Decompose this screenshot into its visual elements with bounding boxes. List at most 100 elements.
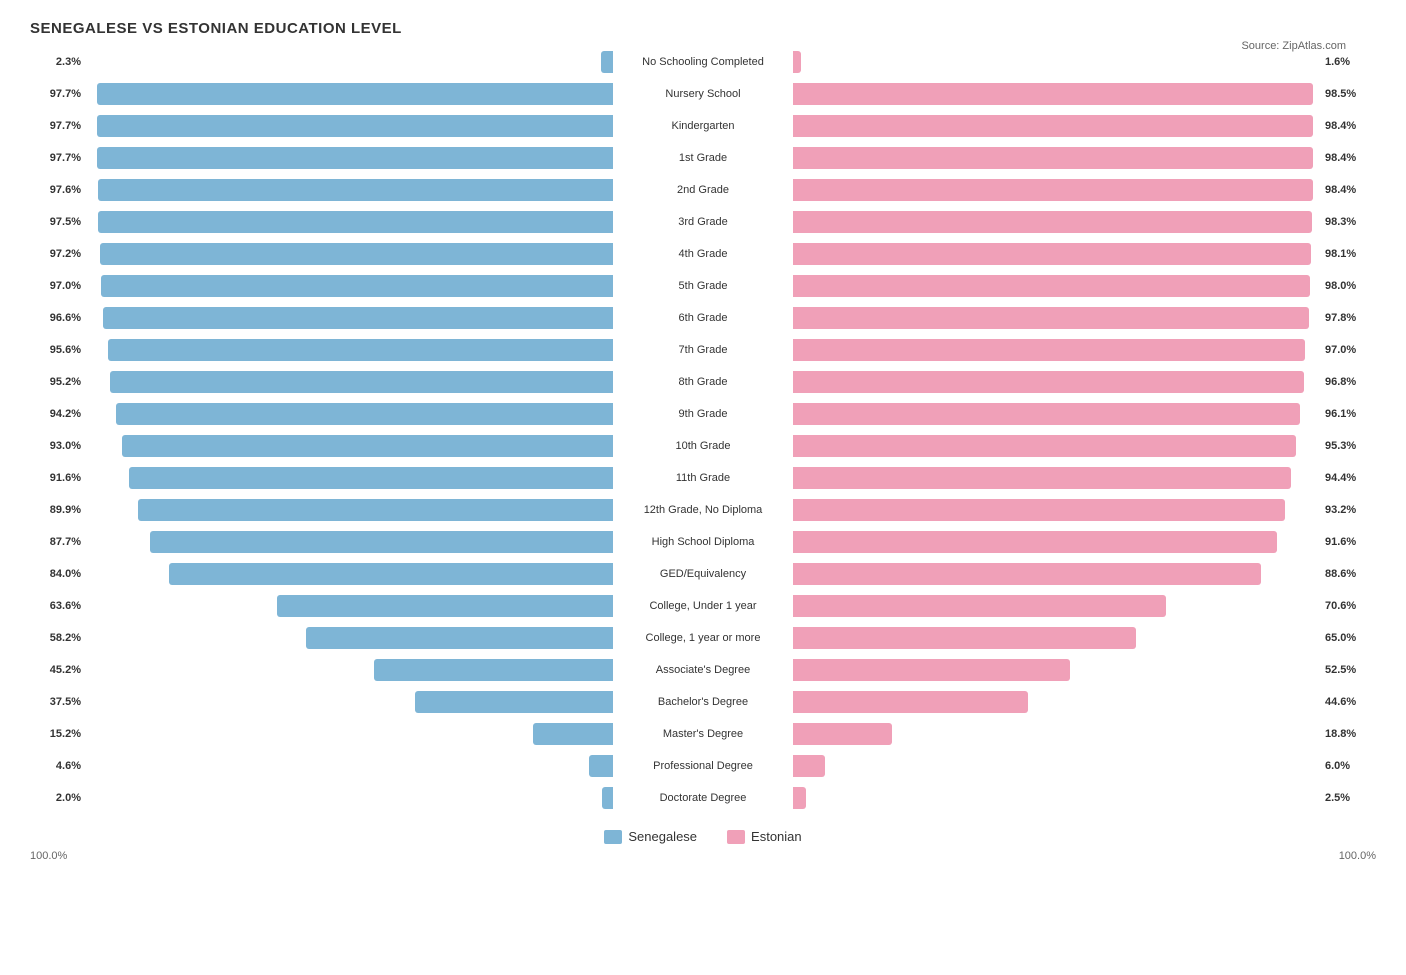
right-bar-container (793, 595, 1321, 617)
center-label: High School Diploma (613, 535, 793, 549)
right-val: 98.5% (1321, 88, 1376, 100)
bar-pink (793, 435, 1296, 457)
chart-title: SENEGALESE VS ESTONIAN EDUCATION LEVEL (30, 20, 1376, 37)
bar-pink (793, 115, 1313, 137)
center-label: Nursery School (613, 87, 793, 101)
right-val: 98.1% (1321, 248, 1376, 260)
right-bar-container (793, 563, 1321, 585)
bar-pink (793, 275, 1310, 297)
left-bar-container (85, 211, 613, 233)
bar-blue (589, 755, 613, 777)
left-bar-container (85, 595, 613, 617)
bar-row: 4.6% Professional Degree 6.0% (30, 751, 1376, 781)
left-bar-container (85, 467, 613, 489)
bar-blue (150, 531, 613, 553)
bar-blue (116, 403, 613, 425)
bar-pink (793, 211, 1312, 233)
right-val: 1.6% (1321, 56, 1376, 68)
left-val: 89.9% (30, 504, 85, 516)
center-label: Bachelor's Degree (613, 695, 793, 709)
bar-row: 87.7% High School Diploma 91.6% (30, 527, 1376, 557)
bar-row: 91.6% 11th Grade 94.4% (30, 463, 1376, 493)
bar-row: 97.0% 5th Grade 98.0% (30, 271, 1376, 301)
left-val: 93.0% (30, 440, 85, 452)
bar-row: 97.6% 2nd Grade 98.4% (30, 175, 1376, 205)
bar-blue (101, 275, 613, 297)
bar-pink (793, 531, 1277, 553)
bar-blue (306, 627, 613, 649)
bar-pink (793, 659, 1070, 681)
right-bar-container (793, 627, 1321, 649)
legend-pink-box (727, 830, 745, 844)
bar-pink (793, 339, 1305, 361)
bar-pink (793, 627, 1136, 649)
chart-container: 2.3% No Schooling Completed 1.6% 97.7% (30, 47, 1376, 813)
center-label: 1st Grade (613, 151, 793, 165)
left-val: 95.6% (30, 344, 85, 356)
bar-pink (793, 691, 1028, 713)
center-label: College, 1 year or more (613, 631, 793, 645)
right-val: 6.0% (1321, 760, 1376, 772)
right-bar-container (793, 435, 1321, 457)
right-bar-container (793, 755, 1321, 777)
left-bar-container (85, 83, 613, 105)
right-bar-container (793, 723, 1321, 745)
bar-row: 37.5% Bachelor's Degree 44.6% (30, 687, 1376, 717)
axis-left: 100.0% (30, 850, 703, 862)
left-bar-container (85, 403, 613, 425)
left-bar-container (85, 659, 613, 681)
left-bar-container (85, 755, 613, 777)
legend-senegalese: Senegalese (604, 829, 697, 844)
left-val: 87.7% (30, 536, 85, 548)
right-val: 18.8% (1321, 728, 1376, 740)
bar-blue (169, 563, 613, 585)
bar-row: 94.2% 9th Grade 96.1% (30, 399, 1376, 429)
left-val: 97.7% (30, 152, 85, 164)
left-bar-container (85, 563, 613, 585)
bar-blue (100, 243, 613, 265)
legend-blue-box (604, 830, 622, 844)
bar-row: 45.2% Associate's Degree 52.5% (30, 655, 1376, 685)
bar-blue (97, 115, 613, 137)
bar-row: 97.2% 4th Grade 98.1% (30, 239, 1376, 269)
center-label: Professional Degree (613, 759, 793, 773)
left-bar-container (85, 147, 613, 169)
bar-pink (793, 179, 1313, 201)
bar-row: 97.7% 1st Grade 98.4% (30, 143, 1376, 173)
right-bar-container (793, 179, 1321, 201)
bar-blue (110, 371, 613, 393)
right-val: 97.8% (1321, 312, 1376, 324)
left-bar-container (85, 531, 613, 553)
center-label: 12th Grade, No Diploma (613, 503, 793, 517)
center-label: 9th Grade (613, 407, 793, 421)
bar-row: 2.3% No Schooling Completed 1.6% (30, 47, 1376, 77)
right-bar-container (793, 531, 1321, 553)
left-bar-container (85, 339, 613, 361)
bar-pink (793, 307, 1309, 329)
bar-row: 15.2% Master's Degree 18.8% (30, 719, 1376, 749)
bar-blue (97, 83, 613, 105)
left-bar-container (85, 371, 613, 393)
legend-estonian-label: Estonian (751, 829, 802, 844)
center-label: No Schooling Completed (613, 55, 793, 69)
legend-senegalese-label: Senegalese (628, 829, 697, 844)
left-bar-container (85, 179, 613, 201)
bar-blue (277, 595, 613, 617)
right-val: 52.5% (1321, 664, 1376, 676)
bar-pink (793, 563, 1261, 585)
left-bar-container (85, 787, 613, 809)
right-val: 91.6% (1321, 536, 1376, 548)
right-val: 88.6% (1321, 568, 1376, 580)
left-bar-container (85, 115, 613, 137)
left-val: 94.2% (30, 408, 85, 420)
left-val: 97.6% (30, 184, 85, 196)
bar-blue (98, 211, 613, 233)
right-val: 70.6% (1321, 600, 1376, 612)
right-bar-container (793, 307, 1321, 329)
right-bar-container (793, 211, 1321, 233)
right-val: 94.4% (1321, 472, 1376, 484)
left-val: 97.2% (30, 248, 85, 260)
bar-pink (793, 467, 1291, 489)
right-val: 95.3% (1321, 440, 1376, 452)
left-bar-container (85, 691, 613, 713)
